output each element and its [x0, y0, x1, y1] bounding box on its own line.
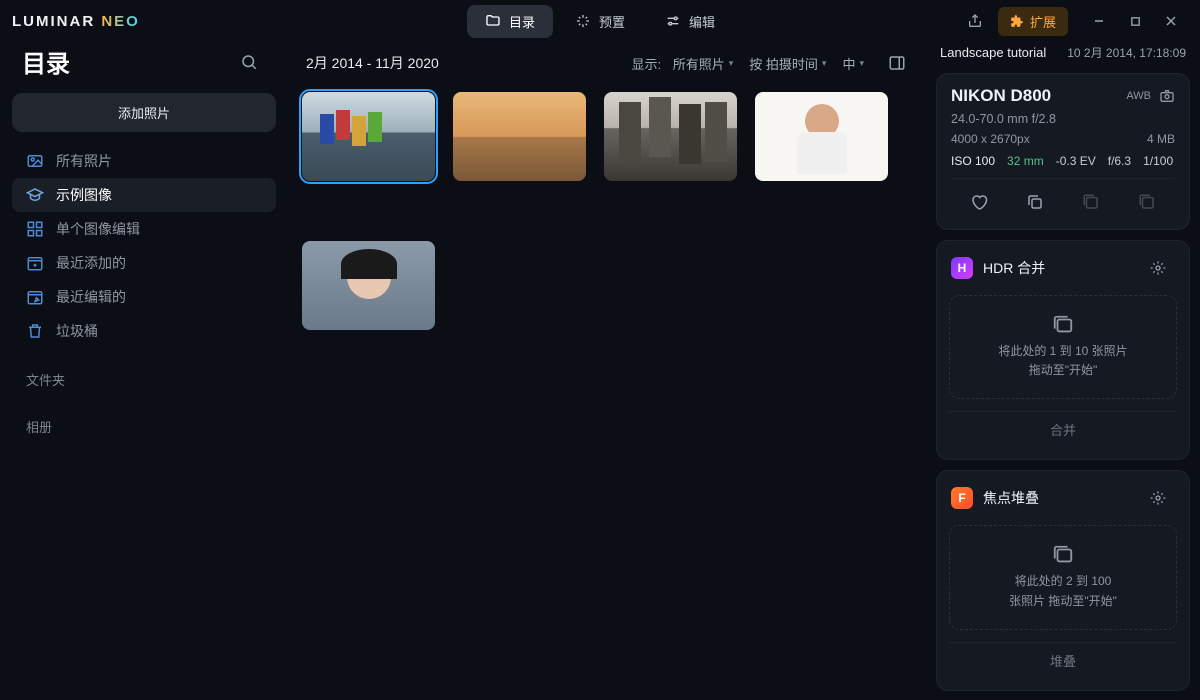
- iso-value: ISO 100: [951, 154, 995, 168]
- dimensions: 4000 x 2670px: [951, 132, 1030, 146]
- photo-thumb[interactable]: [755, 92, 888, 181]
- heart-icon[interactable]: [962, 187, 996, 217]
- search-icon[interactable]: [232, 47, 266, 77]
- folder-icon: [485, 13, 501, 29]
- nav-label: 单个图像编辑: [56, 219, 140, 239]
- date-range[interactable]: 2月 2014 - 11月 2020: [306, 53, 439, 73]
- nav-trash[interactable]: 垃圾桶: [12, 314, 276, 348]
- aperture: f/6.3: [1108, 154, 1131, 168]
- calendar-plus-icon: [26, 254, 44, 272]
- camera-model: NIKON D800: [951, 86, 1051, 106]
- exif-card: NIKON D800 AWB 24.0-70.0 mm f/2.8 4000 x…: [936, 73, 1190, 230]
- focal-length: 32 mm: [1007, 154, 1044, 168]
- gear-icon[interactable]: [1141, 483, 1175, 513]
- sidebar-title: 目录: [22, 44, 70, 79]
- calendar-edit-icon: [26, 288, 44, 306]
- close-icon[interactable]: [1154, 6, 1188, 36]
- tab-edit-label: 编辑: [689, 12, 715, 31]
- hdr-badge-icon: H: [951, 257, 973, 279]
- info-panel: Landscape tutorial 10 2月 2014, 17:18:09 …: [930, 42, 1200, 700]
- tab-presets-label: 预置: [599, 12, 625, 31]
- nav-single-edit[interactable]: 单个图像编辑: [12, 212, 276, 246]
- nav-label: 所有照片: [56, 151, 112, 171]
- photo-grid: [302, 92, 918, 181]
- focus-drop-zone[interactable]: 将此处的 2 到 100 张照片 拖动至"开始": [949, 525, 1177, 629]
- mode-tabs: 目录 预置 编辑: [467, 5, 733, 38]
- nav-all-photos[interactable]: 所有照片: [12, 144, 276, 178]
- folders-section: 文件夹: [12, 348, 276, 395]
- photo-thumb[interactable]: [302, 92, 435, 181]
- graduation-icon: [26, 186, 44, 204]
- focus-stack-button[interactable]: 堆叠: [949, 642, 1177, 678]
- nav-label: 示例图像: [56, 185, 112, 205]
- sparkle-icon: [575, 13, 591, 29]
- exposure-comp: -0.3 EV: [1056, 154, 1096, 168]
- nav-label: 最近编辑的: [56, 287, 126, 307]
- images-icon: [958, 544, 1168, 566]
- stack-icon[interactable]: [1130, 187, 1164, 217]
- minimize-icon[interactable]: [1082, 6, 1116, 36]
- extensions-label: 扩展: [1030, 12, 1056, 31]
- chevron-down-icon: ▾: [729, 58, 734, 69]
- gear-icon[interactable]: [1141, 253, 1175, 283]
- info-toggle-icon[interactable]: [880, 48, 914, 78]
- sort-filter[interactable]: 按 拍摄时间 ▾: [749, 54, 826, 73]
- tab-edit[interactable]: 编辑: [647, 5, 733, 38]
- filename: Landscape tutorial: [940, 45, 1046, 60]
- tab-catalog[interactable]: 目录: [467, 5, 553, 38]
- photo-icon: [26, 152, 44, 170]
- trash-icon: [26, 322, 44, 340]
- nav-sample-images[interactable]: 示例图像: [12, 178, 276, 212]
- photo-thumb[interactable]: [604, 92, 737, 181]
- grid-icon: [26, 220, 44, 238]
- panel-title-label: 焦点堆叠: [983, 488, 1039, 508]
- content-area: 2月 2014 - 11月 2020 显示: 所有照片 ▾ 按 拍摄时间 ▾ 中…: [288, 42, 930, 700]
- extensions-button[interactable]: 扩展: [998, 7, 1068, 36]
- lens-info: 24.0-70.0 mm f/2.8: [951, 112, 1175, 126]
- size-filter[interactable]: 中 ▾: [842, 54, 864, 73]
- tab-presets[interactable]: 预置: [557, 5, 643, 38]
- focus-badge-icon: F: [951, 487, 973, 509]
- sliders-icon: [665, 13, 681, 29]
- stack-icon[interactable]: [1074, 187, 1108, 217]
- nav-recent-edit[interactable]: 最近编辑的: [12, 280, 276, 314]
- share-icon[interactable]: [958, 6, 992, 36]
- hdr-merge-panel: H HDR 合并 将此处的 1 到 10 张照片 拖动至"开始" 合并: [936, 240, 1190, 460]
- copy-icon[interactable]: [1018, 187, 1052, 217]
- app-logo: LUMINAR NEO: [12, 13, 140, 30]
- camera-icon: [1159, 88, 1175, 104]
- capture-date: 10 2月 2014, 17:18:09: [1067, 44, 1186, 61]
- maximize-icon[interactable]: [1118, 6, 1152, 36]
- file-size: 4 MB: [1147, 132, 1175, 146]
- chevron-down-icon: ▾: [859, 58, 864, 69]
- chevron-down-icon: ▾: [822, 58, 827, 69]
- show-filter[interactable]: 显示: 所有照片 ▾: [632, 54, 734, 73]
- nav-label: 垃圾桶: [56, 321, 98, 341]
- sidebar: 目录 添加照片 所有照片 示例图像 单个图像编辑 最近添加的 最近编辑的 垃圾桶: [0, 42, 288, 700]
- white-balance: AWB: [1126, 90, 1151, 102]
- nav-label: 最近添加的: [56, 253, 126, 273]
- hdr-merge-button[interactable]: 合并: [949, 411, 1177, 447]
- nav-recent-added[interactable]: 最近添加的: [12, 246, 276, 280]
- images-icon: [958, 314, 1168, 336]
- photo-thumb[interactable]: [453, 92, 586, 181]
- focus-stack-panel: F 焦点堆叠 将此处的 2 到 100 张照片 拖动至"开始" 堆叠: [936, 470, 1190, 690]
- photo-thumb[interactable]: [302, 241, 435, 330]
- tab-catalog-label: 目录: [509, 12, 535, 31]
- add-photos-button[interactable]: 添加照片: [12, 93, 276, 132]
- shutter-speed: 1/100: [1143, 154, 1173, 168]
- puzzle-icon: [1010, 14, 1024, 28]
- hdr-drop-zone[interactable]: 将此处的 1 到 10 张照片 拖动至"开始": [949, 295, 1177, 399]
- albums-section: 相册: [12, 395, 276, 442]
- panel-title-label: HDR 合并: [983, 258, 1045, 278]
